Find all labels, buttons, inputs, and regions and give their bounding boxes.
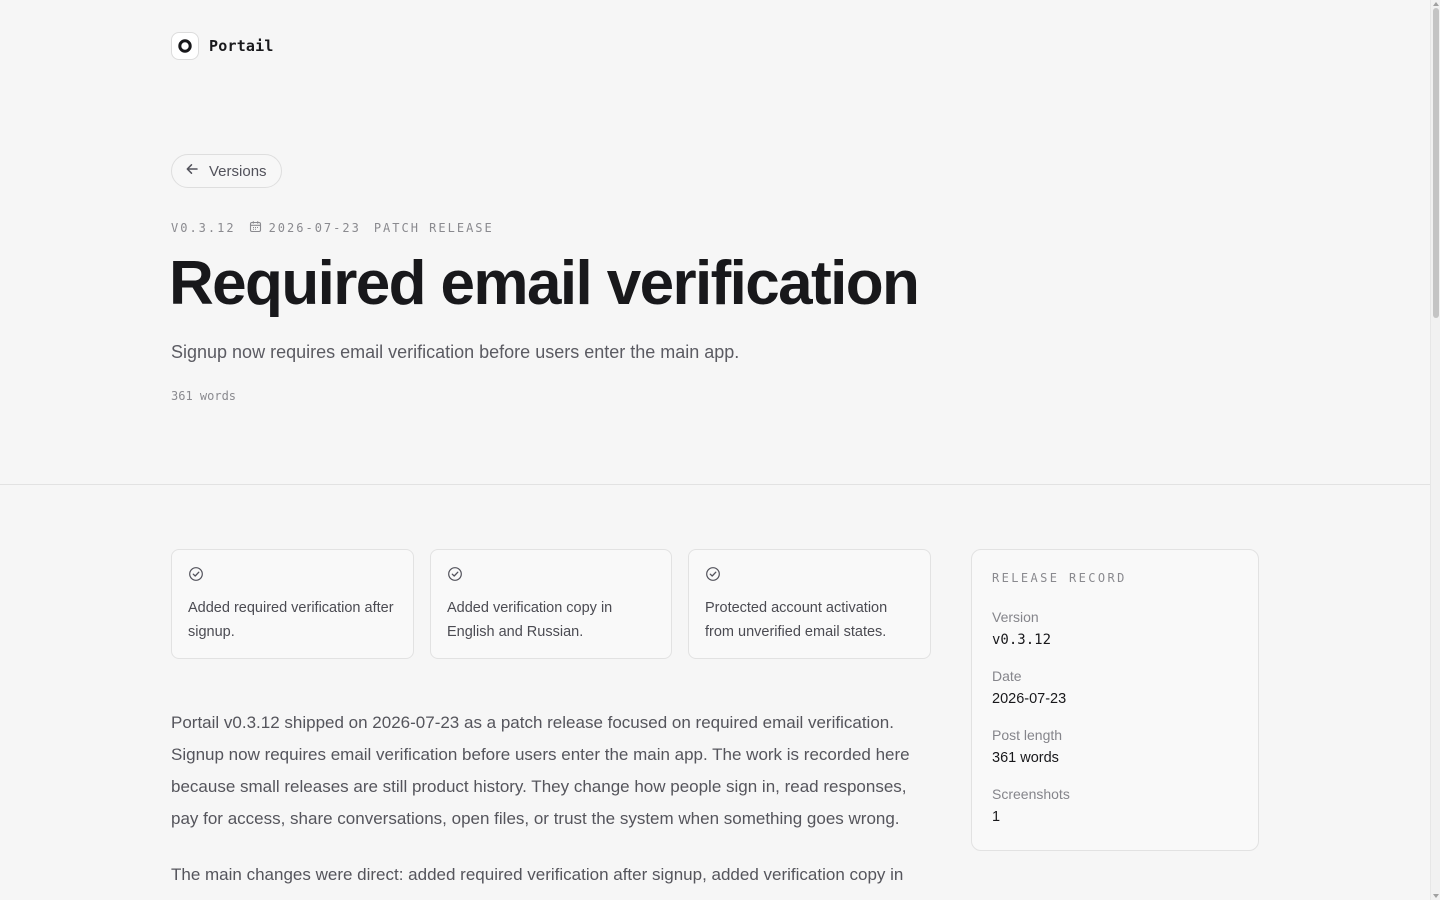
change-card: Added verification copy in English and R… bbox=[430, 549, 672, 659]
record-label: Date bbox=[992, 668, 1022, 684]
record-label: Post length bbox=[992, 727, 1063, 743]
release-date: 2026-07-23 bbox=[249, 220, 361, 236]
record-row-screenshots: Screenshots 1 bbox=[992, 784, 1238, 830]
page-subtitle: Signup now requires email verification b… bbox=[171, 342, 740, 362]
release-record-panel: RELEASE RECORD Version v0.3.12 Date 2026… bbox=[971, 549, 1259, 851]
check-circle-icon bbox=[706, 567, 720, 581]
record-value: 1 bbox=[992, 809, 1001, 825]
body-paragraph: The main changes were direct: added requ… bbox=[171, 865, 904, 884]
section-divider bbox=[0, 484, 1430, 485]
record-value: 361 words bbox=[992, 750, 1059, 766]
page-title: Required email verification bbox=[169, 249, 920, 318]
scroll-down-icon[interactable] bbox=[1433, 894, 1439, 898]
change-card: Protected account activation from unveri… bbox=[688, 549, 931, 659]
check-circle-icon bbox=[448, 567, 462, 581]
back-to-versions-button[interactable]: Versions bbox=[171, 154, 282, 188]
release-type: PATCH RELEASE bbox=[373, 221, 494, 235]
arrow-left-icon bbox=[185, 162, 199, 180]
record-row-post-length: Post length 361 words bbox=[992, 725, 1238, 771]
version-tag: V0.3.12 bbox=[171, 221, 236, 235]
calendar-icon bbox=[249, 220, 262, 236]
release-page: Portail Versions V0.3.12 2026-07-23 PATC… bbox=[0, 0, 1440, 900]
record-value: v0.3.12 bbox=[992, 632, 1052, 648]
release-record-title: RELEASE RECORD bbox=[992, 571, 1127, 585]
record-row-date: Date 2026-07-23 bbox=[992, 666, 1238, 712]
record-label: Version bbox=[992, 609, 1039, 625]
record-label: Screenshots bbox=[992, 786, 1070, 802]
body-paragraph: Portail v0.3.12 shipped on 2026-07-23 as… bbox=[171, 713, 910, 828]
change-card-text: Added required verification after signup… bbox=[188, 600, 394, 640]
page-scrollbar[interactable] bbox=[1430, 0, 1440, 900]
scroll-thumb[interactable] bbox=[1433, 8, 1439, 318]
record-value: 2026-07-23 bbox=[992, 691, 1067, 707]
change-card: Added required verification after signup… bbox=[171, 549, 414, 659]
brand-name: Portail bbox=[209, 37, 274, 55]
scroll-up-icon[interactable] bbox=[1433, 2, 1439, 6]
back-button-label: Versions bbox=[209, 162, 267, 180]
release-date-text: 2026-07-23 bbox=[268, 221, 361, 235]
check-circle-icon bbox=[189, 567, 203, 581]
release-meta: V0.3.12 2026-07-23 PATCH RELEASE bbox=[171, 220, 494, 236]
brand[interactable]: Portail bbox=[171, 32, 274, 60]
change-card-text: Added verification copy in English and R… bbox=[447, 600, 613, 640]
change-card-text: Protected account activation from unveri… bbox=[705, 600, 888, 640]
record-row-version: Version v0.3.12 bbox=[992, 607, 1238, 653]
ring-logo-icon bbox=[171, 32, 199, 60]
word-count: 361 words bbox=[171, 389, 237, 403]
